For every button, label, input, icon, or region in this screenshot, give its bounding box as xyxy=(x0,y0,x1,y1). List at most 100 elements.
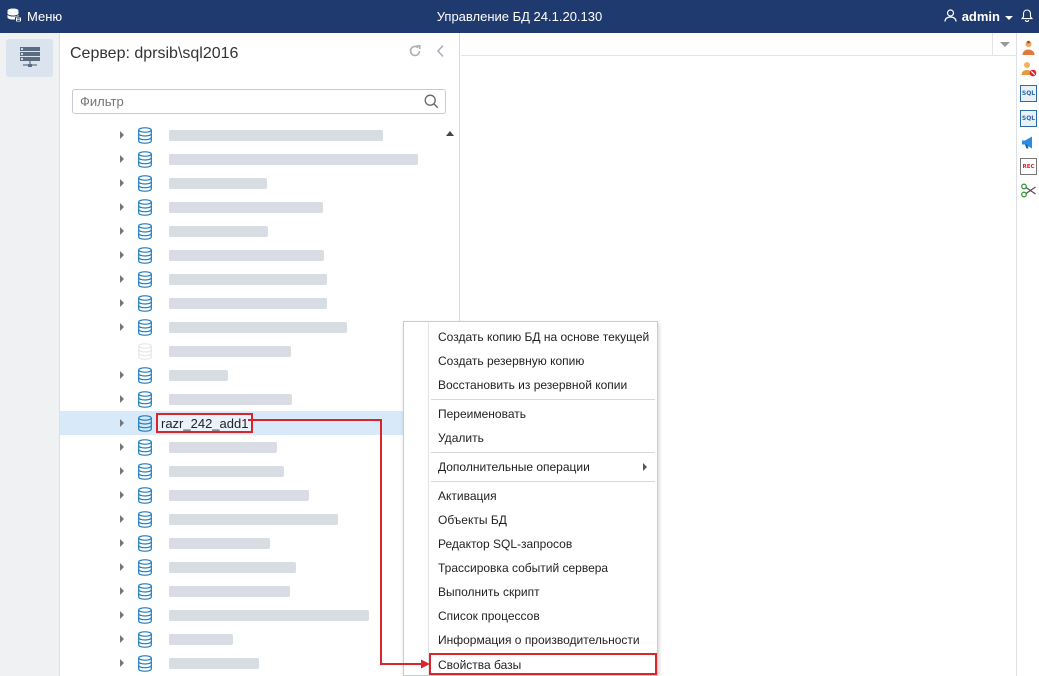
tree-row[interactable] xyxy=(60,363,458,387)
menu-item-label: Редактор SQL-запросов xyxy=(438,537,573,551)
user-settings-icon[interactable] xyxy=(1020,39,1037,56)
masked-database-name xyxy=(169,634,233,645)
tree-row[interactable] xyxy=(60,267,458,291)
tree-row[interactable] xyxy=(60,243,458,267)
expand-arrow-icon[interactable] xyxy=(120,635,124,643)
expand-arrow-icon[interactable] xyxy=(120,203,124,211)
server-panel: Сервер: dprsib\sql2016 Фильтр razr_242_a… xyxy=(60,33,460,676)
expand-arrow-icon[interactable] xyxy=(120,395,124,403)
database-icon xyxy=(138,343,152,360)
sql-script-icon[interactable]: SQL xyxy=(1020,110,1037,127)
expand-arrow-icon[interactable] xyxy=(120,155,124,163)
masked-database-name xyxy=(169,490,309,501)
panel-tools xyxy=(408,44,445,58)
tree-row[interactable] xyxy=(60,483,458,507)
tree-row[interactable] xyxy=(60,507,458,531)
tree-row[interactable] xyxy=(60,339,458,363)
menu-item-label: Удалить xyxy=(438,431,484,445)
filter-input[interactable] xyxy=(73,90,413,113)
menu-item-label: Переименовать xyxy=(438,407,526,421)
menu-item-run-script[interactable]: Выполнить скрипт xyxy=(429,580,657,604)
refresh-button[interactable] xyxy=(408,44,422,58)
user-block-icon[interactable] xyxy=(1020,60,1037,77)
tree-row-selected[interactable]: razr_242_add1 xyxy=(60,411,458,435)
tree-row[interactable] xyxy=(60,291,458,315)
masked-database-name xyxy=(169,346,291,357)
menu-item-performance-info[interactable]: Информация о производительности xyxy=(429,628,657,652)
tree-row[interactable] xyxy=(60,123,458,147)
notifications-button[interactable] xyxy=(1020,0,1034,33)
tree-row[interactable] xyxy=(60,387,458,411)
menu-item-create-backup[interactable]: Создать резервную копию xyxy=(429,349,657,373)
menu-item-additional-operations[interactable]: Дополнительные операции xyxy=(429,455,657,479)
context-menu: Создать копию БД на основе текущей Созда… xyxy=(403,321,658,676)
menu-item-rename[interactable]: Переименовать xyxy=(429,402,657,426)
tree-row[interactable] xyxy=(60,579,458,603)
expand-arrow-icon[interactable] xyxy=(120,299,124,307)
menu-separator xyxy=(431,481,655,482)
expand-arrow-icon[interactable] xyxy=(120,131,124,139)
menu-item-create-copy[interactable]: Создать копию БД на основе текущей xyxy=(429,325,657,349)
search-icon[interactable] xyxy=(424,94,439,112)
database-icon xyxy=(138,583,152,600)
tree-row[interactable] xyxy=(60,315,458,339)
menu-item-sql-editor[interactable]: Редактор SQL-запросов xyxy=(429,532,657,556)
menu-item-label: Информация о производительности xyxy=(438,633,640,647)
collapse-panel-button[interactable] xyxy=(436,44,445,58)
expand-arrow-icon[interactable] xyxy=(120,587,124,595)
expand-arrow-icon[interactable] xyxy=(120,443,124,451)
tree-row[interactable] xyxy=(60,603,458,627)
menu-item-server-trace[interactable]: Трассировка событий сервера xyxy=(429,556,657,580)
selected-database-label[interactable]: razr_242_add1 xyxy=(156,413,254,433)
tree-row[interactable] xyxy=(60,627,458,651)
expand-arrow-icon[interactable] xyxy=(120,539,124,547)
tree-row[interactable] xyxy=(60,651,458,675)
tree-row[interactable] xyxy=(60,459,458,483)
sql-script-label: SQL xyxy=(1021,115,1036,122)
menu-item-process-list[interactable]: Список процессов xyxy=(429,604,657,628)
expand-arrow-icon[interactable] xyxy=(120,179,124,187)
scissors-icon[interactable] xyxy=(1020,182,1037,199)
tree-row[interactable] xyxy=(60,531,458,555)
user-menu[interactable]: admin xyxy=(944,0,1013,33)
menu-item-delete[interactable]: Удалить xyxy=(429,426,657,450)
menu-item-database-properties[interactable]: Свойства базы xyxy=(429,653,657,675)
expand-arrow-icon[interactable] xyxy=(120,419,124,427)
tree-row[interactable] xyxy=(60,195,458,219)
expand-arrow-icon[interactable] xyxy=(120,491,124,499)
masked-database-name xyxy=(169,538,270,549)
masked-database-name xyxy=(169,658,259,669)
menu-item-label: Активация xyxy=(438,489,497,503)
sql-editor-label: SQL xyxy=(1021,90,1036,97)
masked-database-name xyxy=(169,466,284,477)
database-icon xyxy=(138,631,152,648)
trace-record-icon[interactable]: REC xyxy=(1020,158,1037,175)
expand-arrow-icon[interactable] xyxy=(120,515,124,523)
expand-arrow-icon[interactable] xyxy=(120,227,124,235)
expand-arrow-icon[interactable] xyxy=(120,659,124,667)
menu-item-restore-backup[interactable]: Восстановить из резервной копии xyxy=(429,373,657,397)
tree-row[interactable] xyxy=(60,555,458,579)
tree-row[interactable] xyxy=(60,171,458,195)
menu-item-db-objects[interactable]: Объекты БД xyxy=(429,508,657,532)
sql-editor-icon[interactable]: SQL xyxy=(1020,85,1037,102)
server-list-button[interactable] xyxy=(6,39,53,77)
expand-arrow-icon[interactable] xyxy=(120,251,124,259)
menu-item-activation[interactable]: Активация xyxy=(429,484,657,508)
chevron-down-icon xyxy=(1005,9,1013,24)
database-menu-icon xyxy=(6,7,22,26)
expand-arrow-icon[interactable] xyxy=(120,611,124,619)
megaphone-icon[interactable] xyxy=(1020,134,1037,151)
expand-arrow-icon[interactable] xyxy=(120,563,124,571)
user-name: admin xyxy=(961,9,1000,24)
expand-arrow-icon[interactable] xyxy=(120,467,124,475)
database-icon xyxy=(138,463,152,480)
tree-row[interactable] xyxy=(60,147,458,171)
tree-row[interactable] xyxy=(60,219,458,243)
expand-arrow-icon[interactable] xyxy=(120,323,124,331)
expand-arrow-icon[interactable] xyxy=(120,275,124,283)
tree-row[interactable] xyxy=(60,435,458,459)
content-dropdown-button[interactable] xyxy=(992,33,1016,56)
menu-button[interactable]: Меню xyxy=(6,0,62,33)
expand-arrow-icon[interactable] xyxy=(120,371,124,379)
